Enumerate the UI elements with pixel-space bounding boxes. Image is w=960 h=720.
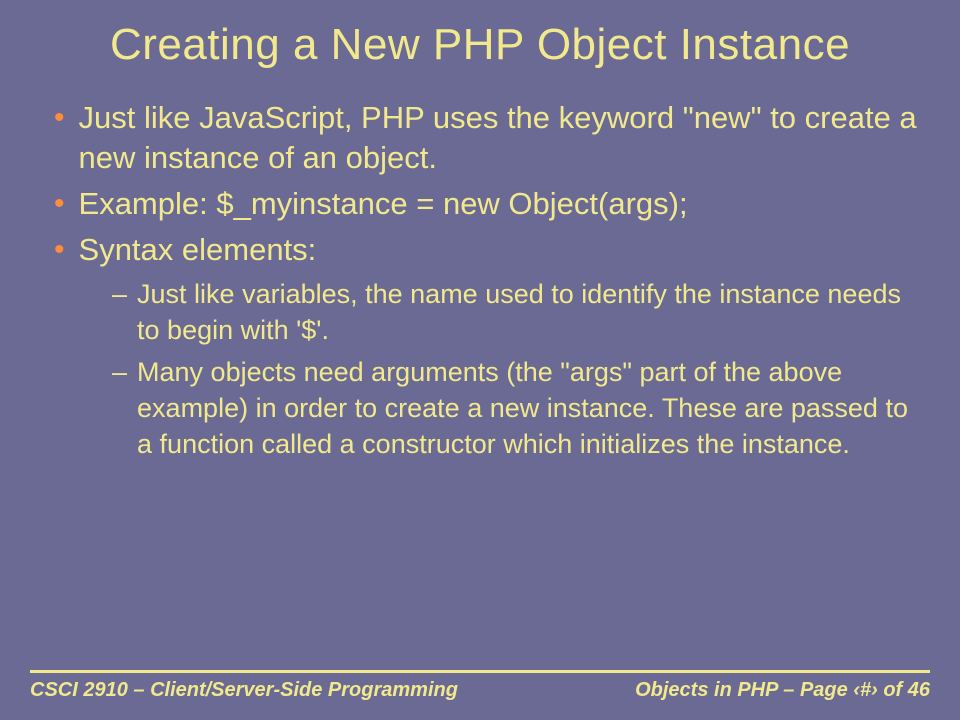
footer-right: Objects in PHP – Page ‹#› of 46 xyxy=(635,679,930,702)
bullet-item: • Syntax elements: xyxy=(54,230,930,270)
bullet-marker-icon: • xyxy=(54,98,65,138)
footer-rule xyxy=(30,670,930,673)
slide: Creating a New PHP Object Instance • Jus… xyxy=(0,0,960,720)
bullet-text: Just like JavaScript, PHP uses the keywo… xyxy=(79,98,930,178)
slide-title: Creating a New PHP Object Instance xyxy=(30,20,930,70)
footer-left: CSCI 2910 – Client/Server-Side Programmi… xyxy=(30,679,458,702)
sub-bullet-item: – Many objects need arguments (the "args… xyxy=(112,354,930,462)
bullet-item: • Example: $_myinstance = new Object(arg… xyxy=(54,184,930,224)
sub-bullet-item: – Just like variables, the name used to … xyxy=(112,276,930,348)
slide-footer: CSCI 2910 – Client/Server-Side Programmi… xyxy=(30,670,930,702)
bullet-marker-icon: • xyxy=(54,230,65,270)
slide-content: • Just like JavaScript, PHP uses the key… xyxy=(30,98,930,720)
sub-bullet-text: Many objects need arguments (the "args" … xyxy=(137,354,930,462)
bullet-marker-icon: • xyxy=(54,184,65,224)
dash-marker-icon: – xyxy=(112,276,127,312)
sub-bullet-list: – Just like variables, the name used to … xyxy=(54,276,930,462)
bullet-text: Syntax elements: xyxy=(79,230,317,270)
bullet-item: • Just like JavaScript, PHP uses the key… xyxy=(54,98,930,178)
footer-row: CSCI 2910 – Client/Server-Side Programmi… xyxy=(30,679,930,702)
bullet-text: Example: $_myinstance = new Object(args)… xyxy=(79,184,688,224)
sub-bullet-text: Just like variables, the name used to id… xyxy=(137,276,930,348)
dash-marker-icon: – xyxy=(112,354,127,390)
